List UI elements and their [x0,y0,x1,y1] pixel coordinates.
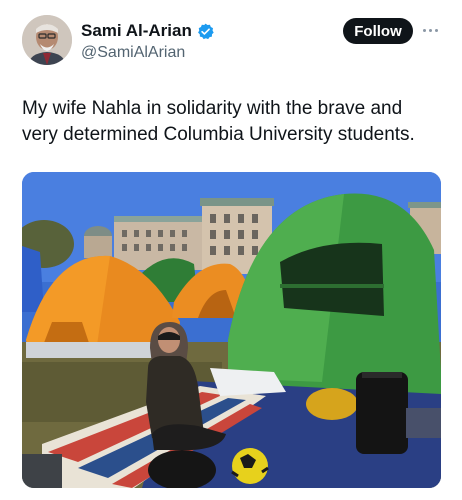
author-avatar[interactable] [22,15,72,65]
avatar-photo [22,15,72,65]
author-name-row: Sami Al-Arian [81,21,214,41]
tweet-text: My wife Nahla in solidarity with the bra… [22,98,415,145]
follow-button[interactable]: Follow [343,18,413,44]
photo-encampment [22,172,441,488]
author-handle[interactable]: @SamiAlArian [81,44,185,62]
tweet-photo[interactable] [22,172,441,488]
verified-badge-icon [197,23,214,40]
author-name[interactable]: Sami Al-Arian [81,21,192,41]
tweet-header: Sami Al-Arian @SamiAlArian Follow [0,0,462,82]
more-horizontal-icon[interactable] [420,24,440,36]
